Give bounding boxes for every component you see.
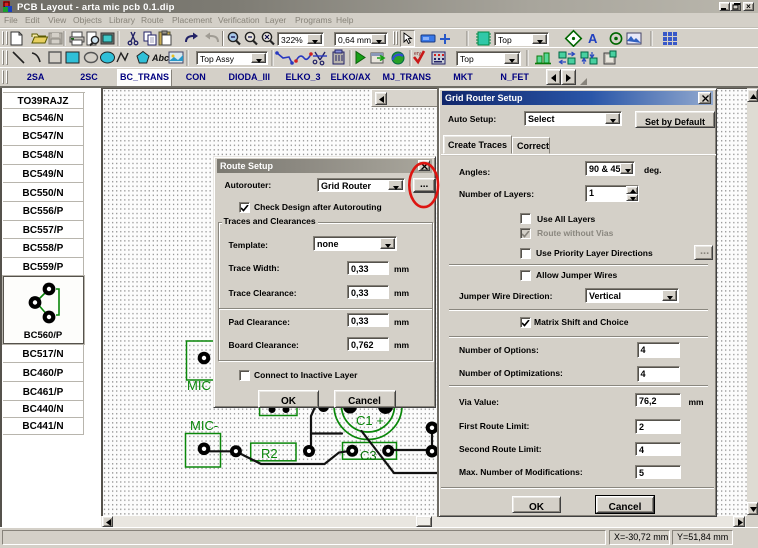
svg-text:C3: C3 — [360, 448, 377, 463]
svg-text:MIC-: MIC- — [190, 418, 218, 433]
svg-text:A: A — [588, 31, 598, 46]
svg-text:C1 +: C1 + — [356, 413, 384, 428]
svg-text:BC560/P: BC560/P — [24, 330, 63, 341]
svg-text:MIC: MIC — [187, 378, 211, 393]
svg-text:R2: R2 — [261, 446, 278, 461]
